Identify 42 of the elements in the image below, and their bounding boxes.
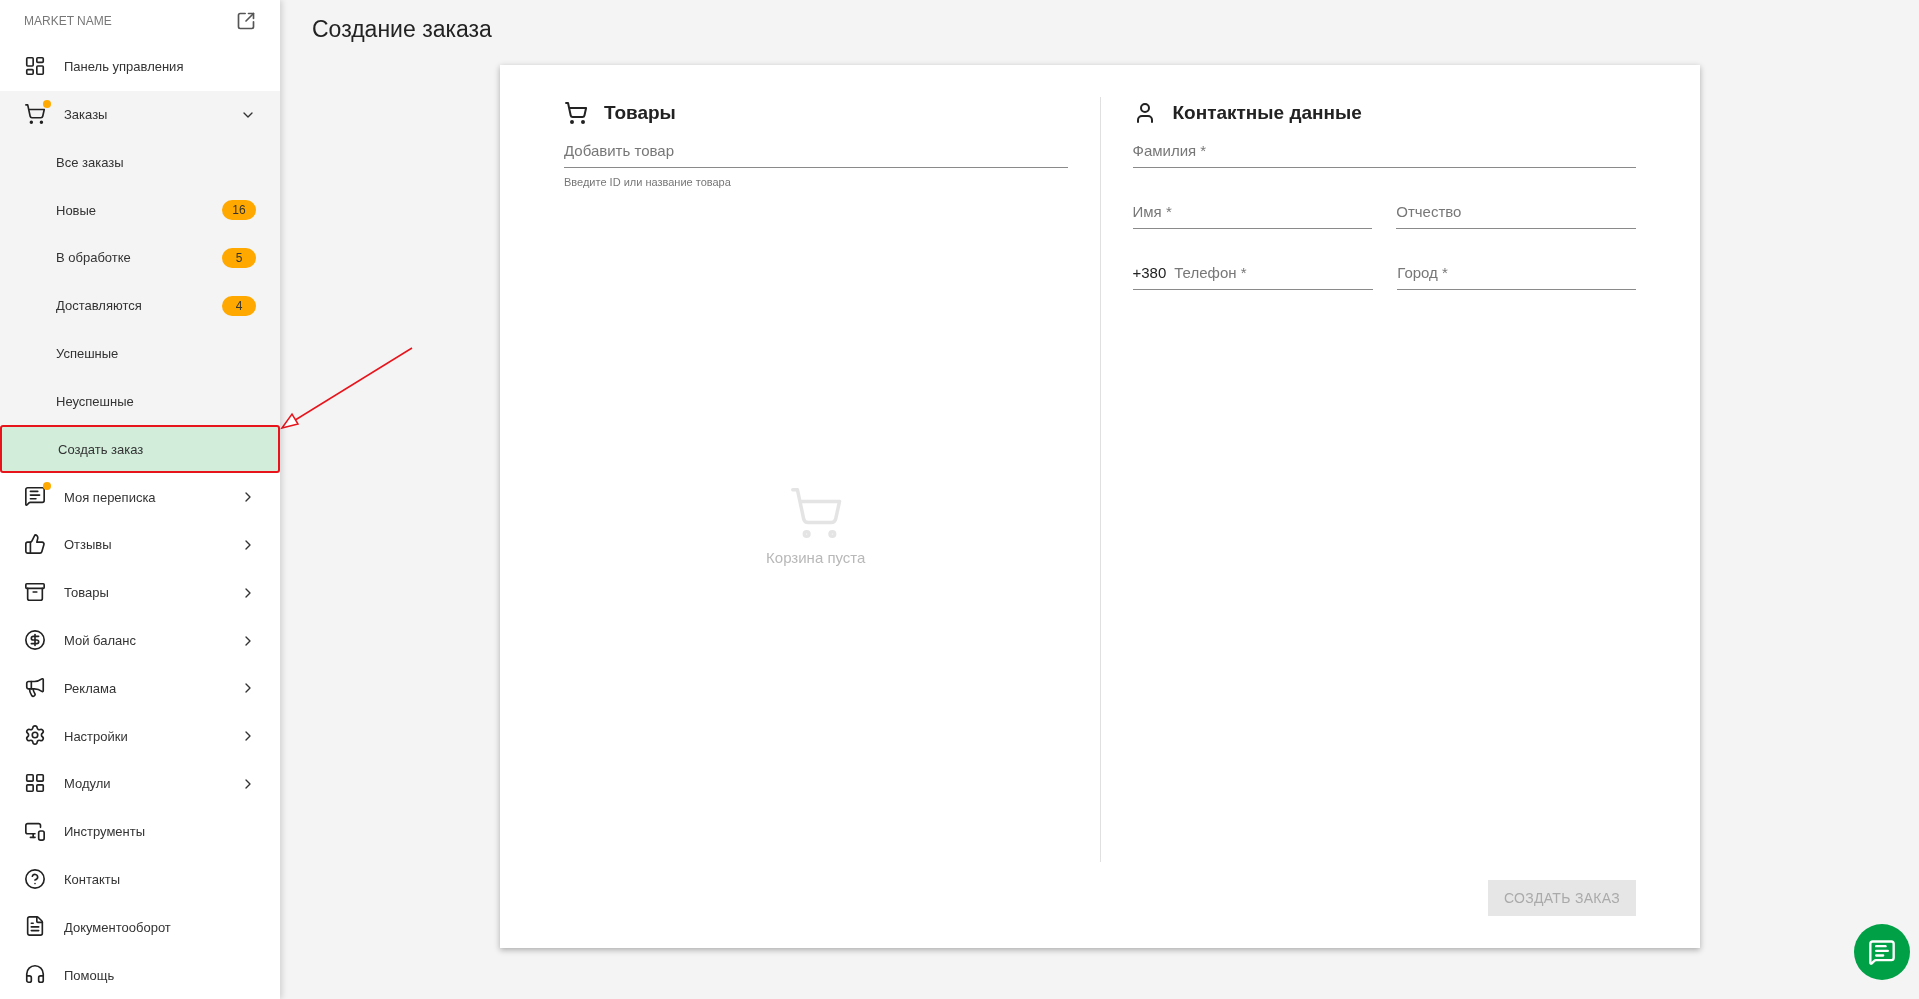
submenu-item[interactable]: В обработке 5 xyxy=(0,234,280,282)
submenu-item[interactable]: Неуспешные xyxy=(0,377,280,426)
sidebar-item[interactable]: Контакты xyxy=(0,855,280,904)
submenu-item[interactable]: Успешные xyxy=(0,329,280,378)
count-badge: 4 xyxy=(222,295,256,316)
count-badge: 16 xyxy=(222,200,256,221)
submenu-item[interactable]: Создать заказ xyxy=(0,425,280,474)
submenu-item[interactable]: Новые 16 xyxy=(0,186,280,235)
product-search-field[interactable]: Добавить товар xyxy=(564,141,1068,159)
sidebar-item[interactable]: Модули xyxy=(0,760,280,808)
sidebar-item[interactable]: Инструменты xyxy=(0,807,280,856)
sidebar-item[interactable]: Мой баланс xyxy=(0,616,280,665)
sidebar-item[interactable]: Моя переписка xyxy=(0,473,280,521)
chat-icon xyxy=(1868,938,1896,966)
sidebar-item[interactable]: Настройки xyxy=(0,712,280,761)
submenu-item[interactable]: Доставляются 4 xyxy=(0,281,280,330)
text-field[interactable]: Имя * xyxy=(1132,202,1373,220)
sidebar-item[interactable]: Товары xyxy=(0,568,280,617)
count-badge: 5 xyxy=(222,248,256,268)
help-icon xyxy=(24,867,48,892)
sidebar-item[interactable]: Документооборот xyxy=(0,903,280,952)
thumbs-up-icon xyxy=(24,532,48,557)
text-field[interactable]: Телефон * xyxy=(1174,263,1374,281)
empty-cart-text: Корзина пуста xyxy=(766,548,866,566)
helper-text: Введите ID или название товара xyxy=(564,176,732,188)
market-name: MARKET NAME xyxy=(24,14,112,29)
sidebar-item[interactable]: Отзывы xyxy=(0,520,280,569)
text-field[interactable]: Отчество xyxy=(1396,202,1636,220)
text-field[interactable]: Фамилия * xyxy=(1132,141,1636,159)
cart-icon xyxy=(564,101,588,125)
submenu-item[interactable]: Все заказы xyxy=(0,138,280,187)
chat-button[interactable] xyxy=(1854,924,1910,980)
page-title: Создание заказа xyxy=(312,16,493,43)
section-heading: Контактные данные xyxy=(1172,102,1362,124)
sidebar-item[interactable]: Реклама xyxy=(0,664,280,713)
sidebar-item[interactable]: Панель управления xyxy=(0,42,280,91)
text-field[interactable]: Город * xyxy=(1397,263,1636,281)
currency-circle-icon xyxy=(24,628,48,653)
section-heading: Товары xyxy=(604,102,676,124)
sidebar-item[interactable]: Помощь xyxy=(0,951,280,999)
external-link-icon[interactable] xyxy=(236,11,256,32)
phone-prefix: +380 xyxy=(1132,263,1167,281)
